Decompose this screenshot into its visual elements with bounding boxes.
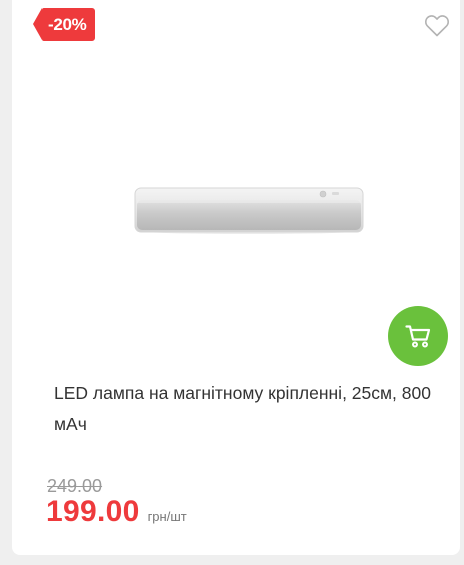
- discount-badge: -20%: [33, 8, 95, 41]
- product-card[interactable]: -20% LED лампа на магнітному кріпленні, …: [12, 0, 460, 555]
- old-price: 249.00: [47, 476, 103, 496]
- price-unit: грн/шт: [147, 509, 187, 524]
- price-row: 199.00 грн/шт: [46, 495, 187, 529]
- add-to-cart-button[interactable]: [388, 306, 448, 366]
- current-price: 199.00: [46, 495, 140, 528]
- product-title[interactable]: LED лампа на магнітному кріпленні, 25см,…: [54, 378, 442, 440]
- favorite-icon[interactable]: [424, 14, 450, 38]
- shopping-cart-icon: [405, 325, 431, 348]
- product-image[interactable]: [127, 182, 372, 242]
